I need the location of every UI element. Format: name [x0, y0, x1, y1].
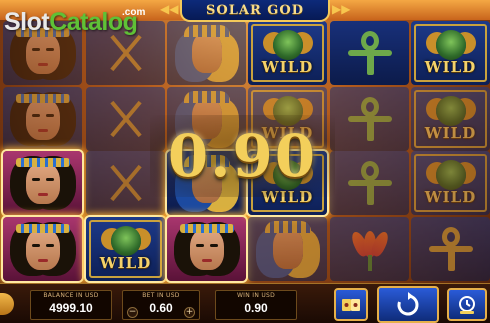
- wing-left-icon: ◀◀: [160, 2, 179, 16]
- reel-6: WILD WILD WILD: [410, 20, 490, 283]
- symbol-cell: WILD: [411, 151, 490, 215]
- queen-icon: [15, 158, 70, 204]
- home-icon[interactable]: [0, 293, 14, 315]
- balance-box: BALANCE IN USD 4999.10: [30, 290, 112, 320]
- scarab-icon: [110, 226, 141, 256]
- spin-button[interactable]: [377, 286, 439, 323]
- scarab-icon: [435, 30, 466, 60]
- bet-label: BET IN USD: [142, 292, 180, 299]
- spin-icon: [397, 291, 419, 315]
- symbol-cell: WILD: [86, 217, 165, 281]
- watermark-suffix: .com: [122, 7, 146, 18]
- balance-label: BALANCE IN USD: [43, 292, 99, 299]
- win-amount: 0.90: [167, 122, 318, 190]
- crook-and-flail-icon: [104, 161, 148, 205]
- queen-icon: [15, 94, 70, 140]
- scarab-icon: [435, 96, 466, 126]
- ankh-icon: [347, 161, 392, 205]
- symbol-cell: WILD: [411, 87, 490, 151]
- queen-icon: [15, 224, 70, 270]
- win-value: 0.90: [244, 301, 268, 315]
- queen-icon: [15, 28, 70, 74]
- win-overlay: 0.90: [150, 115, 335, 197]
- symbol-cell: [3, 217, 82, 281]
- bet-box: BET IN USD 0.60 − +: [122, 290, 200, 320]
- crook-and-flail-icon: [104, 31, 148, 75]
- pharaoh-icon: [183, 25, 230, 73]
- ankh-icon: [347, 31, 392, 75]
- symbol-cell: [330, 87, 409, 151]
- symbol-cell: [248, 217, 327, 281]
- game-stage: WILDWILDWILDWILDWILDWILDWILD SOLAR GOD ◀…: [0, 0, 490, 323]
- lotus-icon: [348, 227, 392, 271]
- symbol-cell: WILD: [411, 21, 490, 85]
- symbol-cell: [3, 87, 82, 151]
- reel-1: [2, 20, 83, 283]
- watermark-logo: SlotCatalog: [4, 8, 138, 37]
- crook-and-flail-icon: [104, 97, 148, 141]
- watermark-part1: Slot: [4, 8, 50, 36]
- symbol-cell: [3, 151, 82, 215]
- control-panel: BALANCE IN USD 4999.10 BET IN USD 0.60 −…: [0, 283, 490, 323]
- symbol-cell: WILD: [248, 21, 327, 85]
- symbol-cell: [167, 21, 246, 85]
- symbol-cell: [330, 217, 409, 281]
- symbol-cell: [330, 151, 409, 215]
- symbol-cell: [330, 21, 409, 85]
- autoplay-button[interactable]: [447, 288, 487, 321]
- autoplay-icon: [459, 295, 475, 314]
- wing-right-icon: ▶▶: [332, 2, 351, 16]
- scarab-icon: [435, 160, 466, 190]
- symbol-cell: [411, 217, 490, 281]
- game-title-plate: SOLAR GOD: [180, 0, 330, 22]
- scarab-icon: [272, 30, 303, 60]
- game-title: SOLAR GOD: [206, 2, 304, 18]
- win-box: WIN IN USD 0.90: [215, 290, 297, 320]
- ankh-icon: [428, 227, 473, 271]
- bet-increase-button[interactable]: +: [184, 307, 195, 318]
- symbol-cell: [167, 217, 246, 281]
- cards-icon: [342, 298, 360, 311]
- ankh-icon: [347, 97, 392, 141]
- bet-decrease-button[interactable]: −: [127, 307, 138, 318]
- reel-5: [329, 20, 410, 283]
- queen-icon: [179, 224, 234, 270]
- balance-value: 4999.10: [49, 301, 93, 315]
- pharaoh-icon: [264, 221, 311, 269]
- win-label: WIN IN USD: [236, 292, 276, 299]
- paytable-button[interactable]: [334, 288, 368, 321]
